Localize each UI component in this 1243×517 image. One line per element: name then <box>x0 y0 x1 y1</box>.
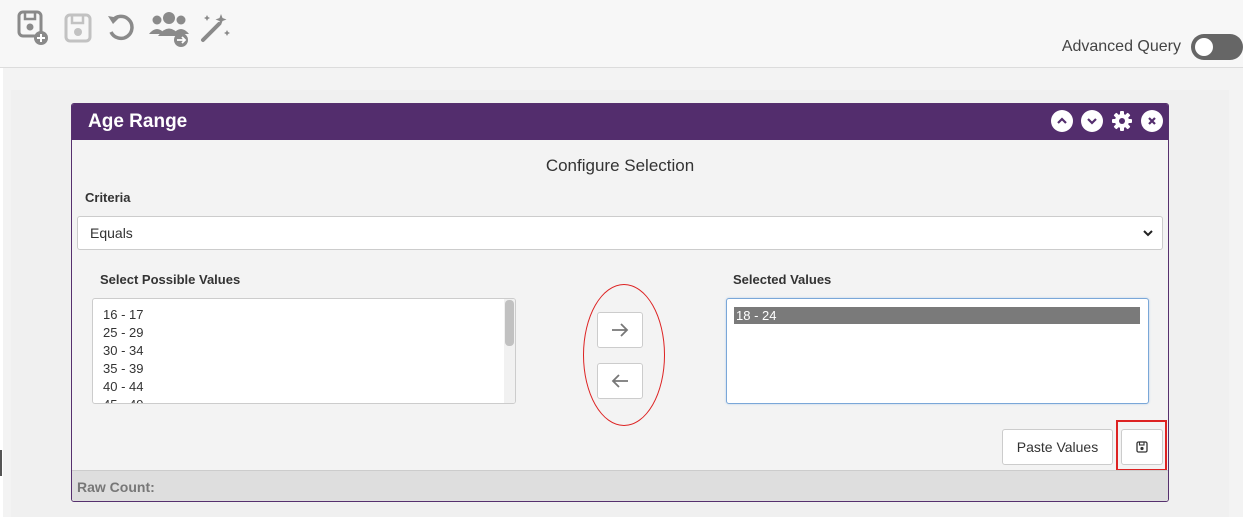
save-icon <box>1136 441 1148 453</box>
magic-wand-icon[interactable] <box>197 8 233 48</box>
advanced-query-toggle[interactable] <box>1191 34 1243 60</box>
possible-values-items: 16 - 17 25 - 29 30 - 34 35 - 39 40 - 44 … <box>93 306 505 403</box>
chevron-up-icon[interactable] <box>1051 110 1073 132</box>
gear-icon[interactable] <box>1111 110 1133 132</box>
raw-count-label: Raw Count: <box>77 478 155 495</box>
card-footer: Raw Count: <box>72 470 1168 501</box>
list-item[interactable]: 25 - 29 <box>93 324 505 342</box>
page-edge-marker <box>0 450 2 476</box>
remove-selected-button[interactable] <box>597 363 643 399</box>
list-item[interactable]: 40 - 44 <box>93 378 505 396</box>
criteria-select[interactable]: Equals <box>77 216 1163 250</box>
save-selection-button[interactable] <box>1121 429 1163 465</box>
highlight-oval <box>583 284 665 426</box>
chevron-down-icon[interactable] <box>1081 110 1103 132</box>
selected-values-list[interactable]: 18 - 24 <box>726 298 1149 404</box>
list-item[interactable]: 35 - 39 <box>93 360 505 378</box>
save-new-icon[interactable] <box>15 8 51 48</box>
toggle-knob <box>1195 38 1213 56</box>
list-item[interactable]: 18 - 24 <box>734 307 1140 324</box>
selected-values-label: Selected Values <box>733 272 832 287</box>
configure-selection-title: Configure Selection <box>545 156 695 175</box>
scrollbar-thumb[interactable] <box>505 300 514 346</box>
list-item[interactable]: 45 - 49 <box>93 396 505 403</box>
card-header: Age Range <box>72 104 1168 140</box>
paste-values-button[interactable]: Paste Values <box>1002 429 1113 465</box>
chevron-down-icon <box>1143 230 1153 237</box>
card-title: Age Range <box>88 111 188 132</box>
advanced-query-label: Advanced Query <box>1061 38 1181 55</box>
share-users-icon[interactable] <box>148 8 192 48</box>
possible-values-list[interactable]: 16 - 17 25 - 29 30 - 34 35 - 39 40 - 44 … <box>92 298 516 404</box>
card-header-icons <box>1051 110 1163 132</box>
save-icon[interactable] <box>60 8 96 48</box>
list-item[interactable]: 16 - 17 <box>93 306 505 324</box>
arrow-left-icon <box>611 374 628 388</box>
criteria-label: Criteria <box>85 190 131 205</box>
toolbar: Advanced Query <box>0 0 1243 68</box>
age-range-card: Age Range Configure Selection Criteria E… <box>71 103 1169 502</box>
close-icon[interactable] <box>1141 110 1163 132</box>
undo-icon[interactable] <box>103 8 139 48</box>
add-selected-button[interactable] <box>597 312 643 348</box>
criteria-value: Equals <box>90 225 133 241</box>
scrollbar[interactable] <box>504 299 515 403</box>
possible-values-label: Select Possible Values <box>100 272 241 287</box>
advanced-query-control: Advanced Query <box>1062 34 1243 60</box>
list-item[interactable]: 30 - 34 <box>93 342 505 360</box>
arrow-right-icon <box>612 323 629 337</box>
